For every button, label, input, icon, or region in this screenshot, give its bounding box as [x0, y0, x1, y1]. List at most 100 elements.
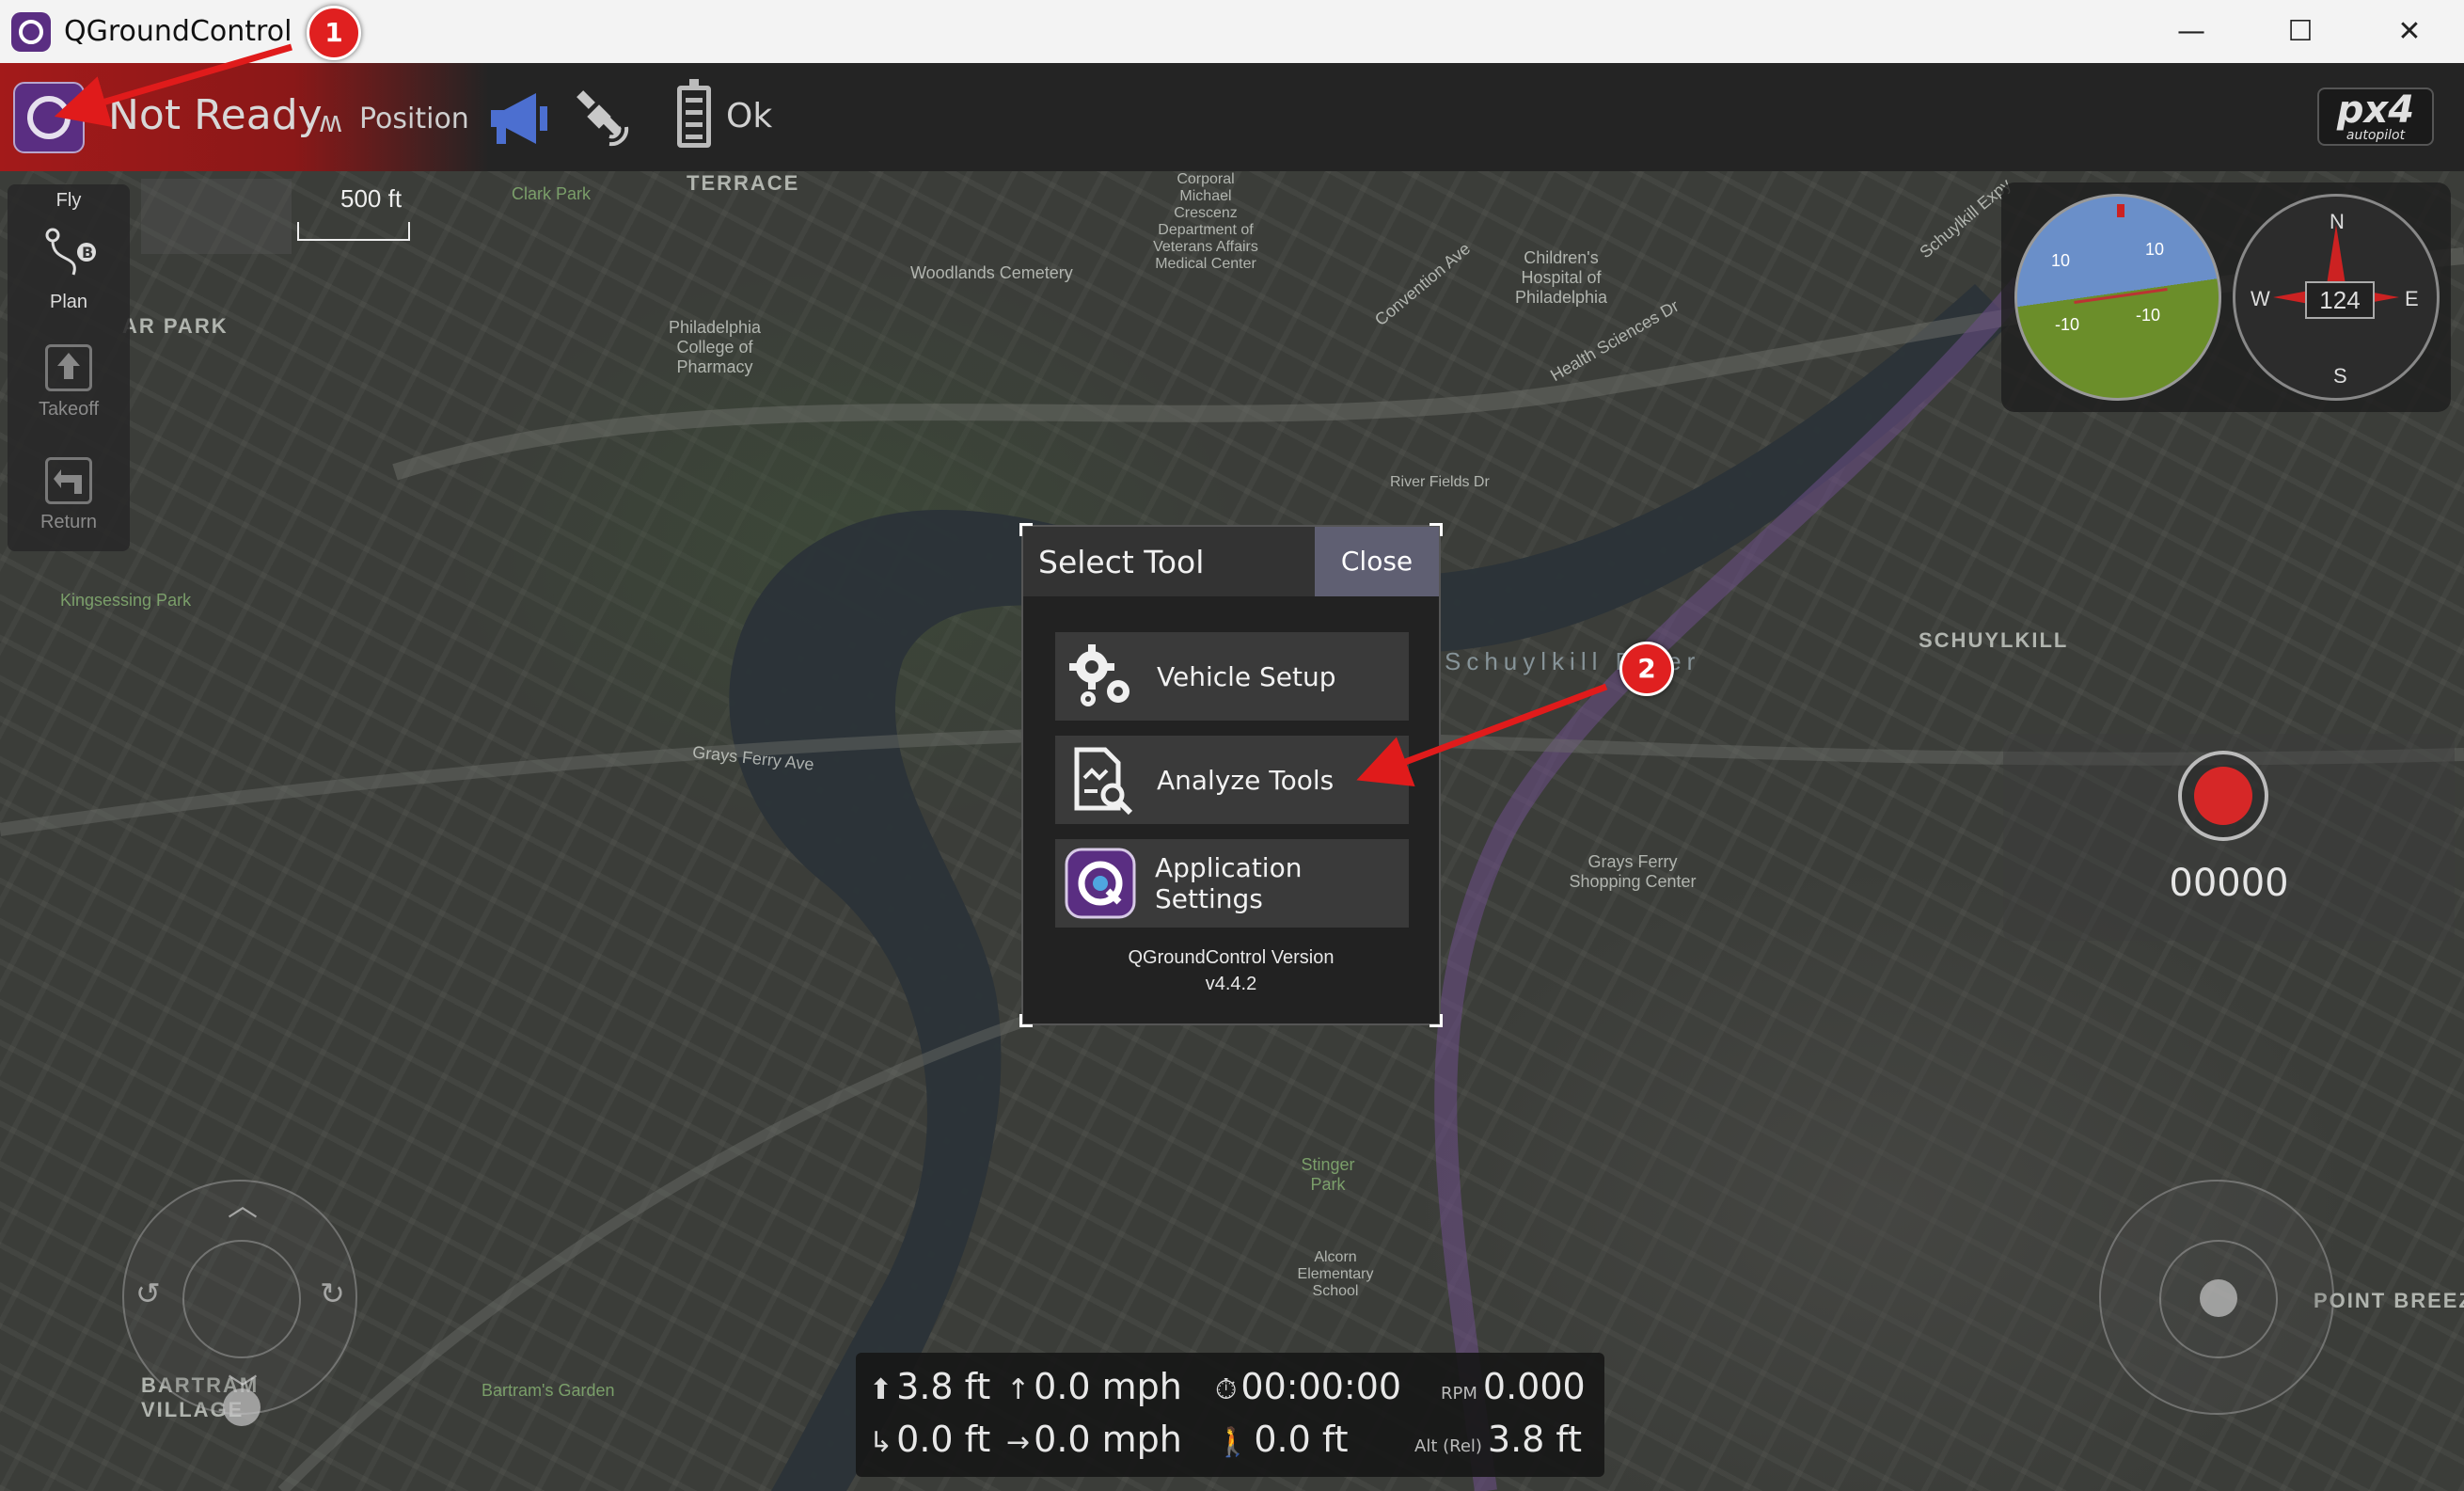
minimize-button[interactable]: —	[2137, 0, 2246, 63]
pitch-label-up-right: 10	[2145, 240, 2165, 259]
dialog-corner	[1019, 1014, 1033, 1027]
analyze-tools-button[interactable]: Analyze Tools	[1055, 736, 1409, 824]
battery-status[interactable]: Ok	[726, 97, 772, 135]
rpm-value: RPM 0.000	[1441, 1366, 1586, 1407]
instrument-panel[interactable]: 10 10 -10 -10 N S E W 124	[2001, 182, 2451, 412]
map-label-schuylkill: SCHUYLKILL	[1919, 628, 2069, 652]
home-distance-value: 🚶 0.0 ft	[1215, 1419, 1348, 1460]
megaphone-icon[interactable]	[487, 89, 553, 148]
roll-pointer	[2117, 204, 2124, 217]
map-label-clark-park: Clark Park	[512, 184, 592, 203]
map-label-veterans: Corporal Michael Crescenz Department of …	[1153, 171, 1258, 272]
altitude-value: ⬆ 3.8 ft	[869, 1366, 990, 1407]
attitude-indicator: 10 10 -10 -10	[2014, 194, 2221, 401]
pitch-label-down-left: -10	[2055, 315, 2080, 334]
version-title: QGroundControl Version	[1128, 947, 1335, 968]
annotation-badge-2: 2	[1619, 642, 1674, 696]
pitch-label-up-left: 10	[2051, 251, 2071, 270]
version-info: QGroundControl Version v4.4.2	[1023, 944, 1439, 997]
left-joystick-knob[interactable]	[223, 1388, 261, 1426]
altitude-up-icon: ⬆	[869, 1373, 893, 1406]
return-label: Return	[39, 512, 98, 532]
aircraft-symbol	[2074, 288, 2168, 304]
select-tool-dialog: Select Tool Close Vehicle Setup Analyze …	[1019, 523, 1443, 1027]
takeoff-tool[interactable]: Takeoff	[8, 344, 130, 420]
flight-time-value: ⏱ 00:00:00	[1215, 1366, 1401, 1407]
altitude-text: 3.8 ft	[896, 1366, 991, 1407]
left-joystick[interactable]: ︿ ﹀ ↺ ↻	[122, 1180, 357, 1426]
window-title: QGroundControl	[64, 15, 292, 48]
dialog-corner	[1429, 1014, 1443, 1027]
rotate-right-icon: ↻	[320, 1277, 345, 1310]
plan-icon: B	[45, 228, 96, 276]
vehicle-status[interactable]: Not Ready	[108, 91, 323, 139]
map-scale-bar	[297, 222, 410, 241]
px4-logo-text: px4	[2336, 88, 2415, 132]
rotate-left-icon: ↺	[135, 1277, 161, 1310]
annotation-badge-1: 1	[307, 6, 361, 60]
application-settings-button[interactable]: Application Settings	[1055, 839, 1409, 928]
dialog-close-button[interactable]: Close	[1315, 527, 1439, 596]
close-window-button[interactable]: ✕	[2355, 0, 2464, 63]
battery-icon[interactable]	[677, 79, 711, 148]
alt-rel-text: 3.8 ft	[1487, 1419, 1583, 1460]
vehicle-setup-button[interactable]: Vehicle Setup	[1055, 632, 1409, 721]
alt-rel-label: Alt (Rel)	[1414, 1436, 1482, 1456]
maximize-button[interactable]: ☐	[2246, 0, 2355, 63]
horizontal-speed-icon: →	[1006, 1426, 1031, 1459]
fly-tools-title: Fly	[55, 190, 82, 211]
heading-readout: 124	[2305, 281, 2375, 319]
plan-label: Plan	[49, 292, 88, 312]
map-label-point-breeze: POINT BREEZE	[2314, 1289, 2464, 1312]
timer-icon: ⏱	[1215, 1373, 1238, 1406]
vertical-speed-text: 0.0 mph	[1034, 1366, 1182, 1407]
analyze-tools-label: Analyze Tools	[1157, 764, 1335, 796]
qgc-app-icon	[11, 11, 51, 52]
version-number: v4.4.2	[1205, 974, 1257, 994]
compass-indicator: N S E W 124	[2233, 194, 2440, 401]
px4-logo: px4 autopilot	[2317, 87, 2434, 146]
distance-icon: ↳	[869, 1426, 893, 1459]
vertical-speed-icon: ↑	[1006, 1373, 1031, 1406]
flight-mode-selector[interactable]: Position	[359, 103, 469, 135]
qgc-menu-button[interactable]	[13, 82, 85, 153]
pitch-label-down-right: -10	[2136, 306, 2161, 325]
map-scale-label: 500 ft	[340, 184, 403, 213]
takeoff-label: Takeoff	[38, 399, 100, 420]
walker-icon: 🚶	[1215, 1426, 1251, 1459]
dialog-title: Select Tool	[1038, 544, 1205, 580]
analyze-icon	[1065, 743, 1138, 817]
distance-text: 0.0 ft	[896, 1419, 991, 1460]
map-label-kingsessing: Kingsessing Park	[60, 591, 192, 610]
map-label-ar-park: AR PARK	[122, 314, 229, 338]
up-arrow-icon: ︿	[228, 1188, 259, 1222]
vehicle-setup-label: Vehicle Setup	[1157, 660, 1336, 692]
gps-satellite-icon[interactable]	[572, 89, 632, 150]
alt-rel-value: Alt (Rel) 3.8 ft	[1414, 1419, 1582, 1460]
application-settings-label: Application Settings	[1155, 852, 1303, 914]
px4-logo-subtext: autopilot	[2346, 128, 2406, 143]
right-joystick-knob[interactable]	[2200, 1279, 2237, 1317]
return-tool[interactable]: Return	[8, 457, 130, 533]
map-label-grays-ferry-center: Grays Ferry Shopping Center	[1569, 852, 1697, 891]
right-joystick[interactable]	[2099, 1180, 2334, 1415]
plan-tool[interactable]: B Plan	[8, 226, 130, 313]
home-distance-text: 0.0 ft	[1254, 1419, 1349, 1460]
dialog-header: Select Tool Close	[1023, 527, 1439, 596]
map-label-woodlands: Woodlands Cemetery	[910, 263, 1073, 282]
fly-toolstrip: Fly B Plan Takeoff Return	[8, 184, 130, 551]
qgc-logo-icon	[1065, 847, 1136, 920]
map-label-alcorn: Alcorn Elementary School	[1297, 1249, 1374, 1299]
horizontal-speed-value: → 0.0 mph	[1006, 1419, 1182, 1460]
zoom-controls[interactable]	[141, 179, 292, 254]
flight-mode-icon: ʍ	[320, 104, 342, 138]
record-button[interactable]	[2178, 751, 2268, 841]
main-toolbar: Not Ready ʍ Position Ok px4 autopilot	[0, 63, 2464, 171]
map-label-bartrams-garden: Bartram's Garden	[482, 1381, 615, 1400]
map-label-terrace: TERRACE	[687, 171, 800, 195]
map-label-childrens: Children's Hospital of Philadelphia	[1514, 248, 1608, 307]
rpm-text: 0.000	[1482, 1366, 1586, 1407]
flight-time-text: 00:00:00	[1240, 1366, 1402, 1407]
return-icon	[45, 457, 92, 504]
vertical-speed-value: ↑ 0.0 mph	[1006, 1366, 1182, 1407]
